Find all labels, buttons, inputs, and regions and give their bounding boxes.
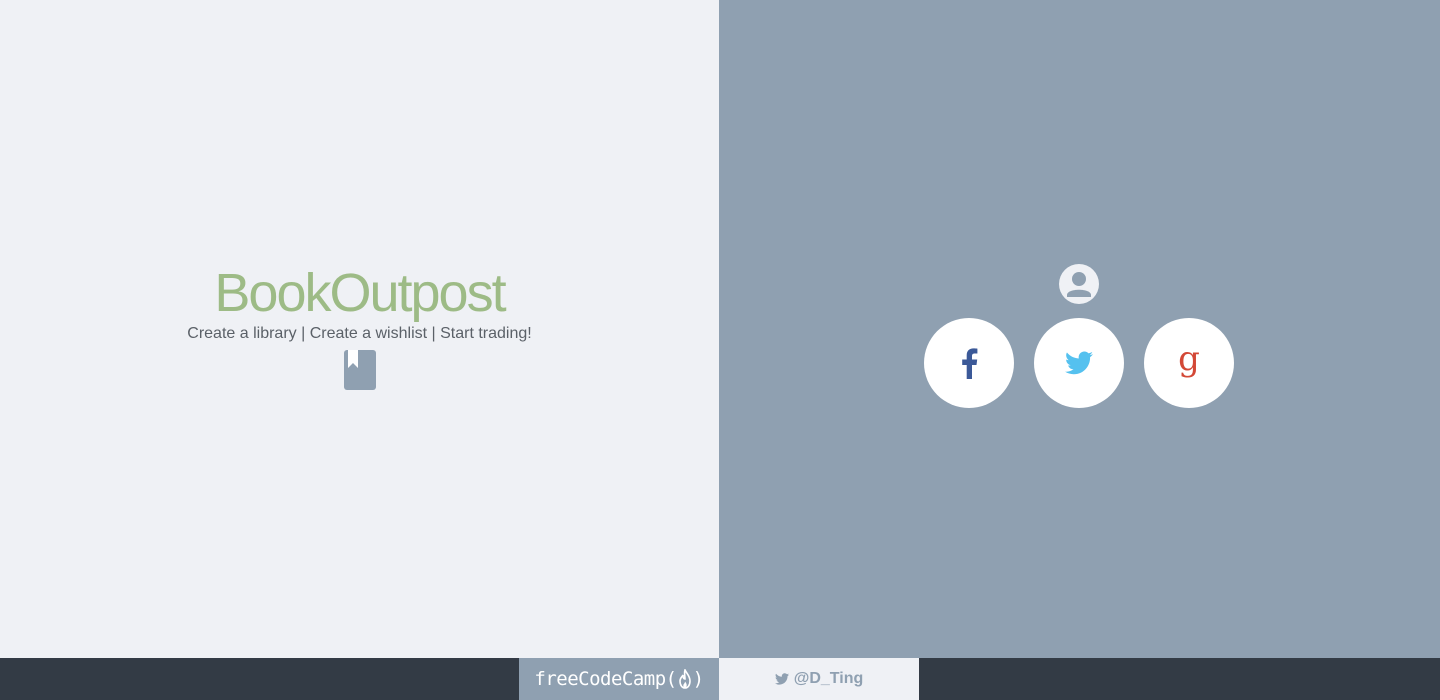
twitter-login-button[interactable] — [1034, 318, 1124, 408]
brand-block: BookOutpost Create a library | Create a … — [0, 264, 719, 390]
landing-page: BookOutpost Create a library | Create a … — [0, 0, 1440, 700]
twitter-icon — [1065, 351, 1093, 375]
facebook-login-button[interactable] — [924, 318, 1014, 408]
author-twitter-handle: @D_Ting — [793, 670, 864, 687]
google-login-button[interactable]: g — [1144, 318, 1234, 408]
google-icon: g — [1178, 346, 1200, 379]
author-twitter-link[interactable]: @D_Ting — [719, 658, 919, 700]
brand-tagline: Create a library | Create a wishlist | S… — [187, 325, 532, 342]
brand-panel: BookOutpost Create a library | Create a … — [0, 0, 719, 658]
facebook-icon — [962, 348, 978, 379]
social-login-buttons: g — [924, 318, 1234, 408]
fcc-prefix: freeCodeCamp( — [534, 668, 677, 690]
svg-text:g: g — [1178, 346, 1200, 379]
footer-bar: freeCodeCamp( ) @D_Ting — [0, 658, 1440, 700]
fcc-suffix: ) — [692, 668, 704, 690]
brand-title: BookOutpost — [214, 263, 506, 323]
freecodecamp-link[interactable]: freeCodeCamp( ) — [519, 658, 719, 700]
book-icon — [343, 350, 376, 390]
flame-icon — [678, 669, 691, 689]
user-circle-icon — [1059, 264, 1099, 304]
twitter-small-icon — [774, 673, 789, 685]
